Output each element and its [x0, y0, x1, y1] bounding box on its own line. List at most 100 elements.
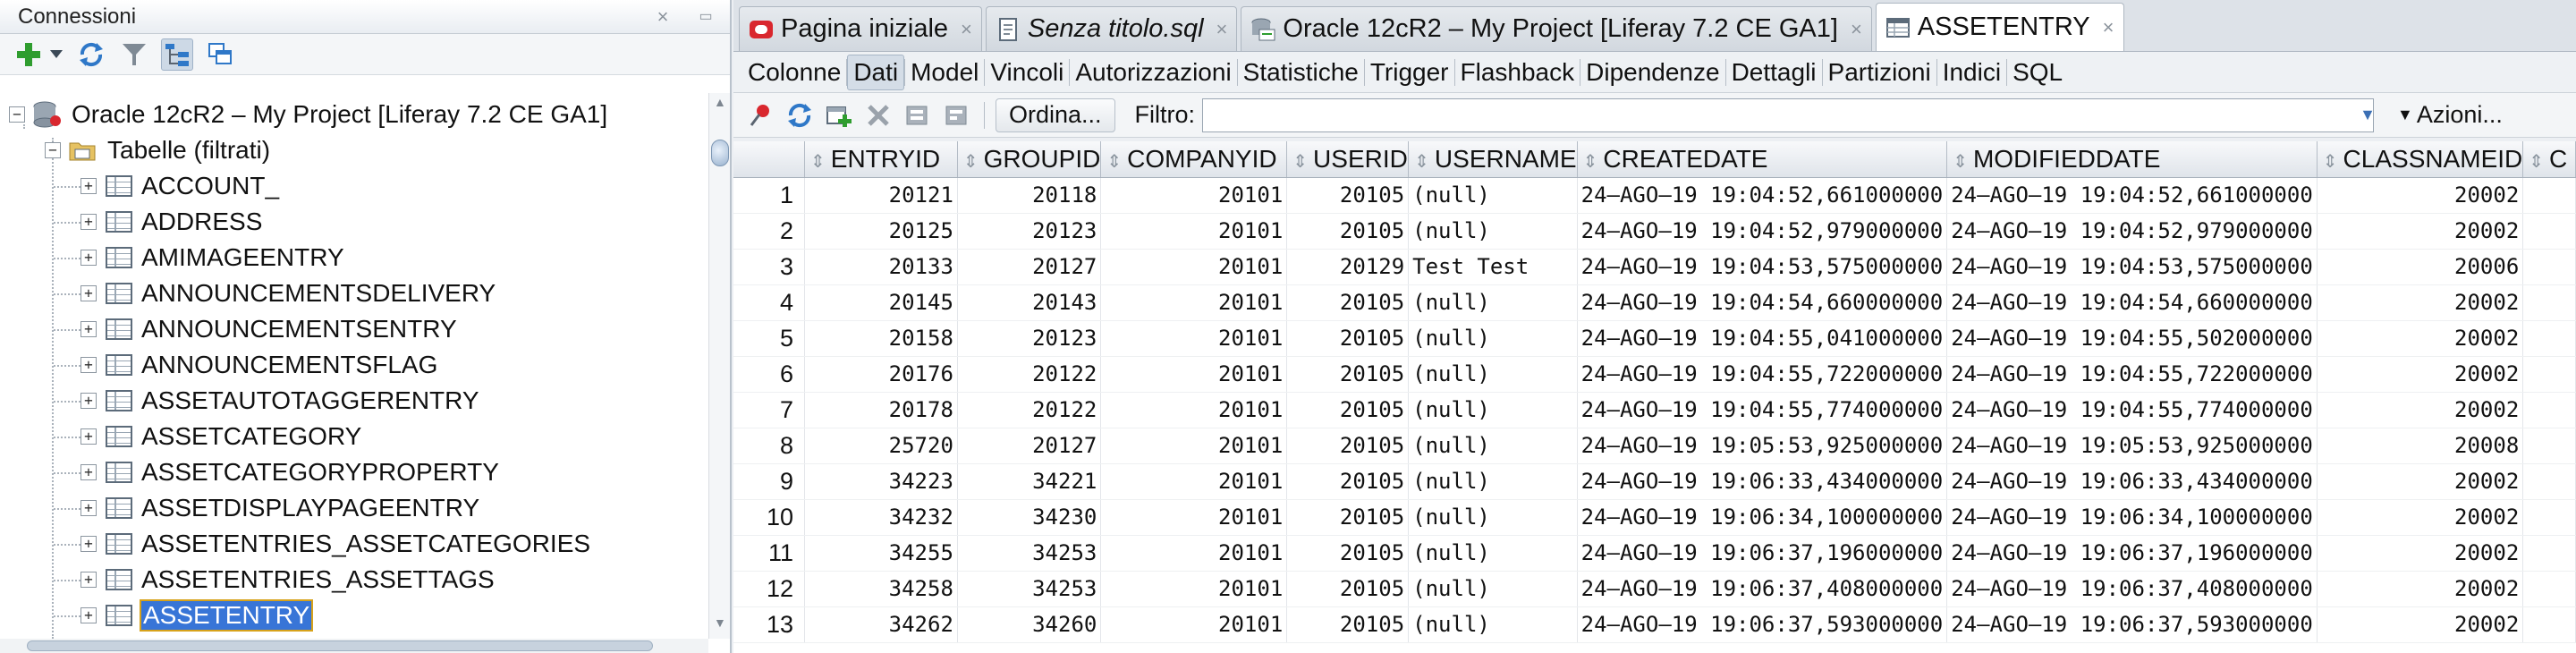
grid-cell[interactable]: 24–AGO–19 19:04:52,979000000: [1577, 213, 1948, 250]
grid-cell[interactable]: 20127: [957, 249, 1102, 285]
grid-cell[interactable]: 20127: [957, 428, 1102, 464]
grid-cell[interactable]: (null): [1408, 606, 1578, 643]
grid-cell[interactable]: 24–AGO–19 19:04:55,774000000: [1946, 392, 2318, 428]
expand-icon[interactable]: +: [80, 357, 97, 373]
object-tab[interactable]: Dati: [847, 54, 905, 90]
grid-cell[interactable]: 20101: [1100, 284, 1288, 321]
grid-cell[interactable]: 20105: [1286, 392, 1410, 428]
row-number[interactable]: 7: [733, 392, 805, 428]
grid-cell[interactable]: 20176: [804, 356, 958, 393]
reports-icon[interactable]: [204, 38, 236, 71]
grid-cell[interactable]: 20178: [804, 392, 958, 428]
sort-arrows-icon[interactable]: ⇕: [1583, 152, 1598, 172]
expand-icon[interactable]: +: [80, 536, 97, 552]
grid-cell[interactable]: 20143: [957, 284, 1102, 321]
object-tab[interactable]: Statistiche: [1238, 55, 1364, 90]
table-row[interactable]: 9 34223 34221 20101 20105 (null) 24–AGO–19 19:…: [733, 463, 2576, 500]
sort-arrows-icon[interactable]: ⇕: [2323, 152, 2338, 172]
minimize-panel-icon[interactable]: ▭: [696, 7, 716, 27]
grid-cell[interactable]: 20008: [2317, 428, 2524, 464]
row-number[interactable]: 9: [733, 463, 805, 500]
grid-cell[interactable]: (null): [1408, 392, 1578, 428]
grid-cell[interactable]: (null): [1408, 463, 1578, 500]
grid-cell[interactable]: 24–AGO–19 19:05:53,925000000: [1946, 428, 2318, 464]
table-row[interactable]: 1 20121 20118 20101 20105 (null) 24–AGO–19 19:…: [733, 177, 2576, 214]
grid-cell[interactable]: 20105: [1286, 535, 1410, 572]
grid-cell[interactable]: 20002: [2317, 213, 2524, 250]
filter-icon[interactable]: [118, 38, 150, 71]
grid-cell[interactable]: 34258: [804, 571, 958, 607]
grid-cell[interactable]: 20101: [1100, 499, 1288, 536]
grid-cell[interactable]: 20101: [1100, 392, 1288, 428]
grid-cell[interactable]: [2522, 320, 2576, 357]
grid-cell[interactable]: 20002: [2317, 284, 2524, 321]
grid-cell[interactable]: 24–AGO–19 19:04:52,661000000: [1946, 177, 2318, 214]
grid-cell[interactable]: 20122: [957, 356, 1102, 393]
row-number[interactable]: 5: [733, 320, 805, 357]
object-tab[interactable]: Flashback: [1455, 55, 1580, 90]
grid-cell[interactable]: [2522, 392, 2576, 428]
grid-cell[interactable]: 34262: [804, 606, 958, 643]
delete-row-icon[interactable]: [862, 99, 894, 131]
grid-cell[interactable]: [2522, 284, 2576, 321]
grid-cell[interactable]: 20105: [1286, 606, 1410, 643]
column-header[interactable]: ⇕ USERNAME: [1408, 141, 1578, 178]
actions-menu-button[interactable]: ▼ Azioni...: [2397, 98, 2503, 132]
grid-cell[interactable]: 20002: [2317, 463, 2524, 500]
refresh-icon[interactable]: [784, 99, 816, 131]
column-header[interactable]: ⇕ GROUPID: [957, 141, 1102, 178]
column-header[interactable]: ⇕ CLASSNAMEID: [2317, 141, 2524, 178]
sort-arrows-icon[interactable]: ⇕: [1292, 152, 1308, 172]
expand-icon[interactable]: +: [80, 285, 97, 301]
pin-icon[interactable]: [744, 99, 776, 131]
row-number[interactable]: 13: [733, 606, 805, 643]
grid-cell[interactable]: (null): [1408, 284, 1578, 321]
grid-cell[interactable]: 34223: [804, 463, 958, 500]
grid-cell[interactable]: 20105: [1286, 499, 1410, 536]
grid-cell[interactable]: 24–AGO–19 19:06:37,196000000: [1946, 535, 2318, 572]
scroll-thumb[interactable]: [711, 140, 729, 166]
grid-cell[interactable]: (null): [1408, 356, 1578, 393]
table-row[interactable]: 7 20178 20122 20101 20105 (null) 24–AGO–19 19:…: [733, 392, 2576, 428]
column-header[interactable]: ⇕ C: [2522, 141, 2576, 178]
tree-item-table[interactable]: + AMIMAGEENTRY: [54, 240, 344, 276]
close-tab-icon[interactable]: ×: [1851, 18, 1862, 41]
grid-cell[interactable]: 20105: [1286, 284, 1410, 321]
grid-cell[interactable]: [2522, 213, 2576, 250]
grid-cell[interactable]: 20133: [804, 249, 958, 285]
grid-cell[interactable]: 20105: [1286, 177, 1410, 214]
grid-cell[interactable]: 20002: [2317, 606, 2524, 643]
tree-item-table[interactable]: + ASSETENTRY: [54, 598, 314, 633]
scroll-up-icon[interactable]: ▲: [714, 95, 726, 109]
sort-arrows-icon[interactable]: ⇕: [1953, 152, 1968, 172]
object-tab[interactable]: Dettagli: [1726, 55, 1822, 90]
editor-tab[interactable]: ASSETENTRY ×: [1875, 3, 2124, 51]
grid-cell[interactable]: 24–AGO–19 19:05:53,925000000: [1577, 428, 1948, 464]
scroll-down-icon[interactable]: ▼: [714, 615, 726, 630]
grid-cell[interactable]: (null): [1408, 499, 1578, 536]
grid-cell[interactable]: 20105: [1286, 213, 1410, 250]
table-row[interactable]: 8 25720 20127 20101 20105 (null) 24–AGO–19 19:…: [733, 428, 2576, 464]
tree-node-tables-folder[interactable]: − Tabelle (filtrati): [45, 132, 270, 168]
grid-cell[interactable]: 20123: [957, 213, 1102, 250]
sort-arrows-icon[interactable]: ⇕: [963, 152, 979, 172]
grid-cell[interactable]: 34253: [957, 535, 1102, 572]
collapse-icon[interactable]: −: [45, 142, 61, 158]
scroll-thumb[interactable]: [27, 640, 653, 651]
grid-cell[interactable]: 20125: [804, 213, 958, 250]
table-row[interactable]: 5 20158 20123 20101 20105 (null) 24–AGO–19 19:…: [733, 320, 2576, 357]
grid-cell[interactable]: [2522, 428, 2576, 464]
grid-cell[interactable]: 20121: [804, 177, 958, 214]
table-row[interactable]: 4 20145 20143 20101 20105 (null) 24–AGO–19 19:…: [733, 284, 2576, 321]
column-header[interactable]: ⇕ USERID: [1286, 141, 1410, 178]
tree-item-table[interactable]: + ACCOUNT_: [54, 168, 279, 204]
schema-browser-icon[interactable]: [161, 38, 193, 71]
object-tab[interactable]: Trigger: [1365, 55, 1454, 90]
grid-cell[interactable]: 20158: [804, 320, 958, 357]
expand-icon[interactable]: +: [80, 607, 97, 623]
filter-history-dropdown-icon[interactable]: ▼: [2358, 98, 2377, 132]
tree-vertical-scrollbar[interactable]: ▲ ▼: [708, 93, 730, 639]
expand-icon[interactable]: +: [80, 428, 97, 445]
table-row[interactable]: 12 34258 34253 20101 20105 (null) 24–AGO–19 19…: [733, 571, 2576, 607]
sort-arrows-icon[interactable]: ⇕: [810, 152, 826, 172]
